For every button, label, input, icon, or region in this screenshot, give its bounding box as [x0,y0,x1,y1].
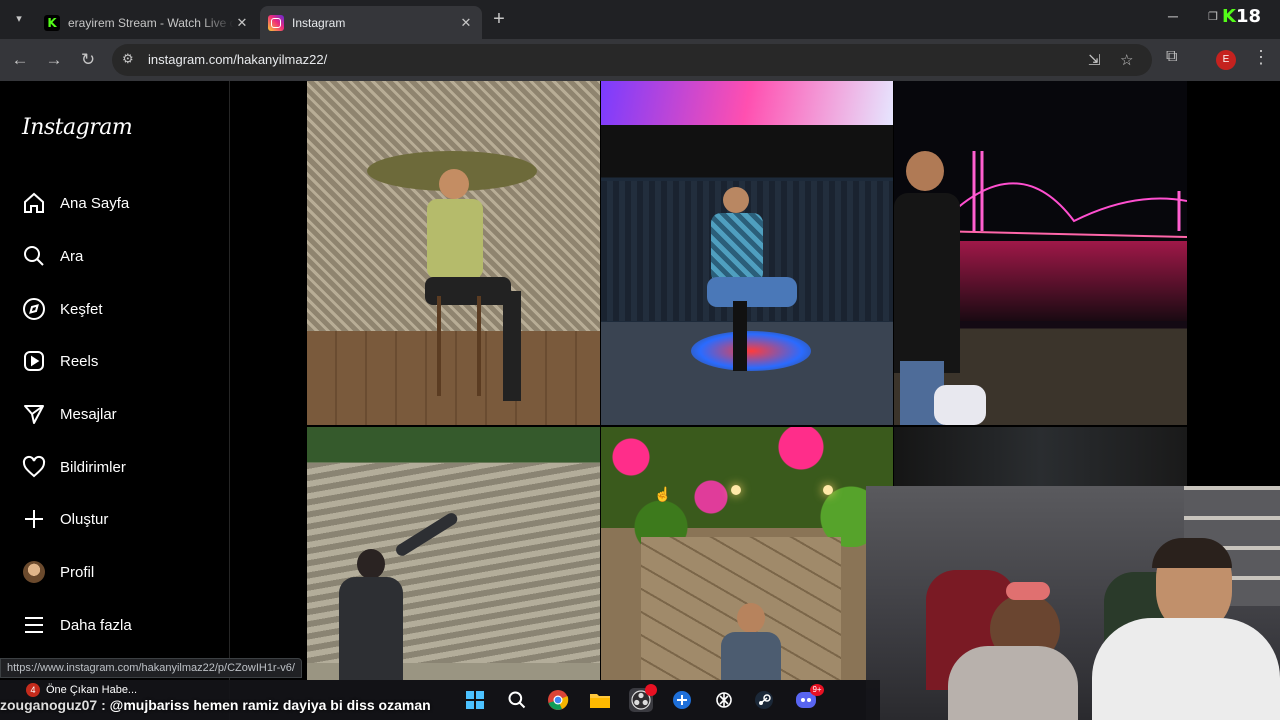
extensions-icon[interactable]: ⧉ [1166,48,1177,66]
post-thumbnail[interactable] [307,81,600,425]
tab-title: erayirem Stream - Watch Live on Kick [68,15,234,30]
tab-title: Instagram [292,15,346,30]
instagram-sidebar: Instagram Ana Sayfa Ara Keşfet Reels Mes… [0,81,230,720]
browser-toolbar: ← → ↻ ⚙ instagram.com/hakanyilmaz22/ ⇲ ☆… [0,39,1280,81]
chrome-icon[interactable] [546,688,570,712]
discord-icon[interactable]: 9+ [794,684,824,712]
url-text: instagram.com/hakanyilmaz22/ [148,52,328,67]
search-icon [22,244,46,268]
discord-badge: 9+ [810,684,824,696]
tab-instagram[interactable]: Instagram ✕ [260,6,482,39]
post-thumbnail[interactable] [894,81,1187,425]
tab-search-button[interactable]: ▾ [8,8,30,30]
instagram-favicon-icon [268,14,284,31]
nav-label: Ara [60,247,84,265]
instagram-logo[interactable]: Instagram [22,115,133,140]
forward-button[interactable]: → [42,48,66,72]
tab-strip: ▾ K erayirem Stream - Watch Live on Kick… [0,0,1280,39]
reload-button[interactable]: ↻ [76,48,100,72]
menu-kebab-icon[interactable]: ⋮ [1252,47,1270,68]
chat-username: zouganoguz07 : [0,697,106,713]
link-status-bar: https://www.instagram.com/hakanyilmaz22/… [0,658,302,678]
nav-label: Profil [60,563,95,581]
chat-text: @mujbariss hemen ramiz dayiya bi diss oz… [109,697,431,713]
steam-icon[interactable] [752,688,776,712]
recording-dot-icon [645,684,657,696]
nav-messages[interactable]: Mesajlar [22,399,218,429]
nav-label: Reels [60,352,99,370]
nav-profile[interactable]: Profil [22,557,218,587]
app-icon[interactable] [670,688,694,712]
nav-search[interactable]: Ara [22,241,218,271]
plus-icon [22,507,46,531]
nav-label: Oluştur [60,510,109,528]
nav-explore[interactable]: Keşfet [22,294,218,324]
new-tab-button[interactable]: + [488,9,510,31]
obs-icon[interactable] [629,684,657,712]
nav-reels[interactable]: Reels [22,346,218,376]
avatar [22,560,46,584]
nav-label: Ana Sayfa [60,194,130,212]
address-bar[interactable]: ⚙ instagram.com/hakanyilmaz22/ ⇲ ☆ [112,44,1152,76]
send-icon [22,402,46,426]
reels-icon [22,349,46,373]
post-thumbnail[interactable] [307,427,600,680]
file-explorer-icon[interactable] [588,688,612,712]
kick-watermark: K18 [1222,6,1262,27]
news-count-badge: 4 [26,683,40,697]
nav-more[interactable]: Daha fazla [22,610,218,640]
kick-favicon-icon: K [44,14,60,31]
news-widget[interactable]: Öne Çıkan Habe... [46,684,137,696]
nav-notifications[interactable]: Bildirimler [22,452,218,482]
stream-chat-message: zouganoguz07 : @mujbariss hemen ramiz da… [0,697,431,713]
heart-icon [22,455,46,479]
nav-label: Daha fazla [60,616,132,634]
windows-start-icon[interactable] [463,688,487,712]
post-thumbnail[interactable] [601,81,893,425]
menu-icon [22,613,46,637]
tab-kick-stream[interactable]: K erayirem Stream - Watch Live on Kick ✕ [36,6,258,39]
minimize-icon[interactable]: ─ [1168,8,1178,24]
restore-icon[interactable]: ❐ [1208,10,1218,23]
profile-avatar[interactable]: E [1216,50,1236,70]
back-button[interactable]: ← [8,48,32,72]
nav-create[interactable]: Oluştur [22,504,218,534]
home-icon [22,191,46,215]
site-info-icon[interactable]: ⚙ [122,51,134,67]
chatgpt-icon[interactable] [712,688,736,712]
taskbar-search-icon[interactable] [505,688,529,712]
nav-home[interactable]: Ana Sayfa [22,188,218,218]
compass-icon [22,297,46,321]
webcam-overlay [866,486,1280,720]
post-thumbnail[interactable] [894,427,1187,487]
mouse-cursor-icon: ☝ [654,486,672,502]
tab-close-icon[interactable]: ✕ [458,15,474,31]
nav-label: Keşfet [60,300,103,318]
install-app-icon[interactable]: ⇲ [1088,51,1101,69]
nav-label: Mesajlar [60,405,117,423]
bookmark-star-icon[interactable]: ☆ [1120,51,1133,69]
nav-label: Bildirimler [60,458,126,476]
tab-close-icon[interactable]: ✕ [234,15,250,31]
post-thumbnail[interactable]: ☝ [601,427,893,680]
